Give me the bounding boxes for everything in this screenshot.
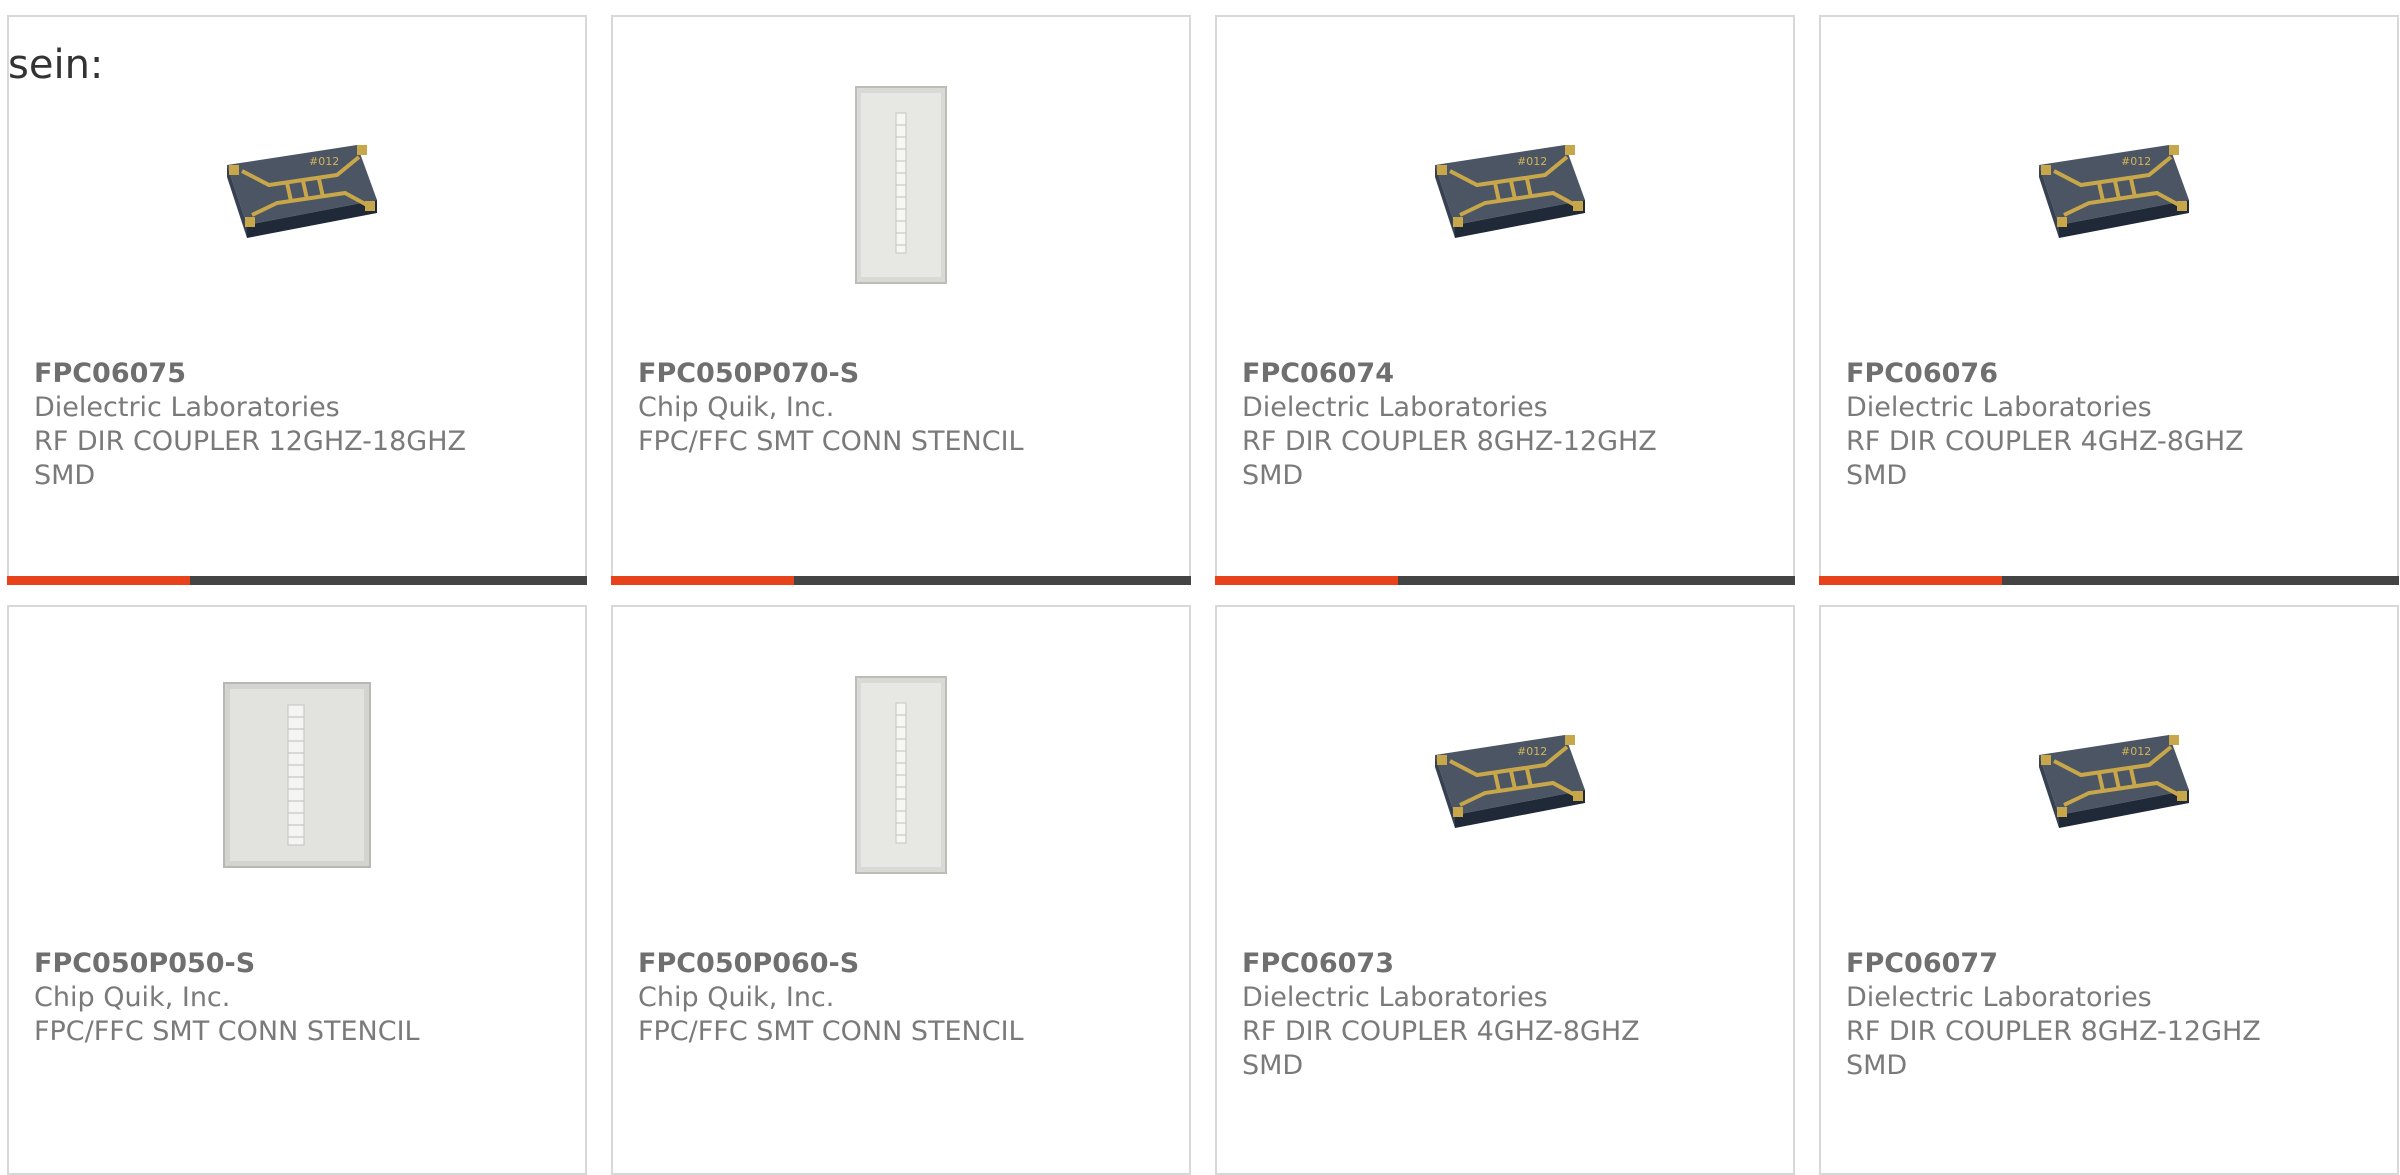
svg-text:#012: #012 [2121, 745, 2151, 758]
part-number[interactable]: FPC050P060-S [638, 947, 1169, 981]
stencil-narrow-icon [855, 676, 947, 874]
product-info: FPC06077 Dielectric Laboratories RF DIR … [1846, 947, 2377, 1083]
description: RF DIR COUPLER 4GHZ-8GHZ [1846, 426, 2244, 457]
product-image-stencil[interactable] [801, 85, 1001, 285]
card-accent-bar-highlight [611, 576, 794, 585]
stencil-wide-icon [223, 682, 371, 868]
product-image-rf-coupler[interactable]: #012 [2009, 675, 2209, 875]
product-image-rf-coupler[interactable]: #012 [1405, 675, 1605, 875]
manufacturer: Dielectric Laboratories [1846, 982, 2152, 1013]
manufacturer: Chip Quik, Inc. [34, 982, 231, 1013]
svg-text:#012: #012 [309, 155, 339, 168]
description: RF DIR COUPLER 12GHZ-18GHZ [34, 426, 466, 457]
product-card[interactable]: #012 FPC06075 Dielectric Laboratories RF… [7, 15, 587, 585]
card-accent-bar [611, 576, 1191, 585]
manufacturer: Dielectric Laboratories [34, 392, 340, 423]
card-accent-bar [7, 576, 587, 585]
manufacturer: Dielectric Laboratories [1846, 392, 2152, 423]
rf-coupler-chip-icon: #012 [1435, 735, 1585, 828]
svg-text:#012: #012 [1517, 155, 1547, 168]
card-accent-bar-highlight [7, 576, 190, 585]
product-image-stencil[interactable] [197, 675, 397, 875]
card-accent-bar [1215, 576, 1795, 585]
manufacturer: Chip Quik, Inc. [638, 982, 835, 1013]
product-info: FPC06075 Dielectric Laboratories RF DIR … [34, 357, 565, 493]
product-info: FPC06073 Dielectric Laboratories RF DIR … [1242, 947, 1773, 1083]
product-card[interactable]: FPC050P070-S Chip Quik, Inc. FPC/FFC SMT… [611, 15, 1191, 585]
product-card[interactable]: #012 FPC06077 Dielectric Laboratories RF… [1819, 605, 2399, 1175]
package: SMD [34, 460, 96, 491]
part-number[interactable]: FPC06074 [1242, 357, 1773, 391]
package: SMD [1846, 460, 1908, 491]
stencil-narrow-icon [855, 86, 947, 284]
part-number[interactable]: FPC06073 [1242, 947, 1773, 981]
part-number[interactable]: FPC050P070-S [638, 357, 1169, 391]
description: RF DIR COUPLER 4GHZ-8GHZ [1242, 1016, 1640, 1047]
product-card[interactable]: FPC050P050-S Chip Quik, Inc. FPC/FFC SMT… [7, 605, 587, 1175]
product-card[interactable]: FPC050P060-S Chip Quik, Inc. FPC/FFC SMT… [611, 605, 1191, 1175]
product-info: FPC050P050-S Chip Quik, Inc. FPC/FFC SMT… [34, 947, 565, 1049]
package: SMD [1242, 460, 1304, 491]
product-image-stencil[interactable] [801, 675, 1001, 875]
part-number[interactable]: FPC06075 [34, 357, 565, 391]
description: FPC/FFC SMT CONN STENCIL [34, 1016, 420, 1047]
lead-text: sein: [8, 42, 104, 88]
product-info: FPC06076 Dielectric Laboratories RF DIR … [1846, 357, 2377, 493]
svg-text:#012: #012 [1517, 745, 1547, 758]
product-card[interactable]: #012 FPC06074 Dielectric Laboratories RF… [1215, 15, 1795, 585]
package: SMD [1242, 1050, 1304, 1081]
package: SMD [1846, 1050, 1908, 1081]
product-info: FPC050P060-S Chip Quik, Inc. FPC/FFC SMT… [638, 947, 1169, 1049]
part-number[interactable]: FPC06077 [1846, 947, 2377, 981]
svg-text:#012: #012 [2121, 155, 2151, 168]
manufacturer: Chip Quik, Inc. [638, 392, 835, 423]
product-info: FPC050P070-S Chip Quik, Inc. FPC/FFC SMT… [638, 357, 1169, 459]
product-grid: #012 FPC06075 Dielectric Laboratories RF… [7, 15, 2400, 1175]
product-image-rf-coupler[interactable]: #012 [2009, 85, 2209, 285]
description: RF DIR COUPLER 8GHZ-12GHZ [1846, 1016, 2261, 1047]
card-accent-bar-highlight [1819, 576, 2002, 585]
rf-coupler-chip-icon: #012 [227, 145, 377, 238]
part-number[interactable]: FPC050P050-S [34, 947, 565, 981]
description: FPC/FFC SMT CONN STENCIL [638, 426, 1024, 457]
manufacturer: Dielectric Laboratories [1242, 982, 1548, 1013]
card-accent-bar-highlight [1215, 576, 1398, 585]
rf-coupler-chip-icon: #012 [1435, 145, 1585, 238]
description: RF DIR COUPLER 8GHZ-12GHZ [1242, 426, 1657, 457]
rf-coupler-chip-icon: #012 [2039, 735, 2189, 828]
product-info: FPC06074 Dielectric Laboratories RF DIR … [1242, 357, 1773, 493]
product-card[interactable]: #012 FPC06076 Dielectric Laboratories RF… [1819, 15, 2399, 585]
rf-coupler-chip-icon: #012 [2039, 145, 2189, 238]
part-number[interactable]: FPC06076 [1846, 357, 2377, 391]
manufacturer: Dielectric Laboratories [1242, 392, 1548, 423]
product-image-rf-coupler[interactable]: #012 [1405, 85, 1605, 285]
product-card[interactable]: #012 FPC06073 Dielectric Laboratories RF… [1215, 605, 1795, 1175]
card-accent-bar [1819, 576, 2399, 585]
product-image-rf-coupler[interactable]: #012 [197, 85, 397, 285]
description: FPC/FFC SMT CONN STENCIL [638, 1016, 1024, 1047]
